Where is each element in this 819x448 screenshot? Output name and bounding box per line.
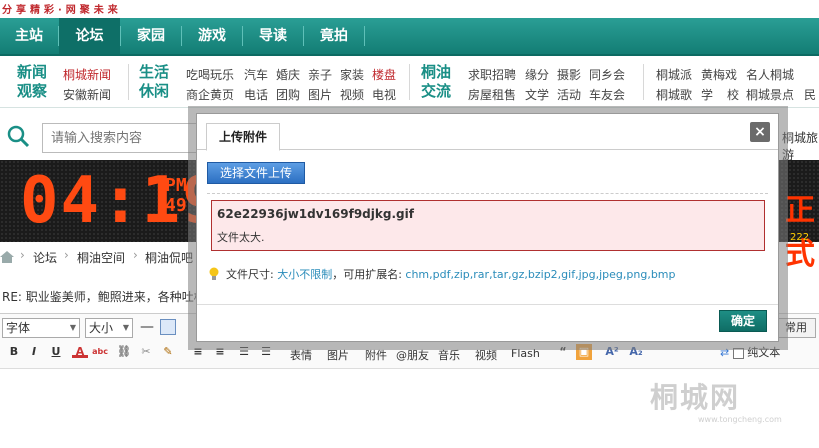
channel-link[interactable]: 婚庆	[276, 66, 300, 83]
channel-link[interactable]: 文学	[525, 86, 549, 103]
dialog-divider	[207, 193, 768, 194]
nav-item-games[interactable]: 游戏	[182, 18, 242, 54]
underline-icon[interactable]: U	[48, 344, 64, 360]
banner-right-number: 222	[790, 232, 810, 243]
highlight-icon[interactable]: abc	[92, 344, 108, 360]
upload-dialog: 上传附件 × 选择文件上传 62e22936jw1dv169f9djkg.gif…	[196, 113, 779, 342]
channel-link[interactable]: 视频	[340, 86, 364, 103]
channel-head-life: 生活 休闲	[139, 63, 169, 101]
channel-link[interactable]: 桐城歌	[656, 86, 692, 103]
chevron-right-icon: ›	[64, 248, 69, 262]
channel-link[interactable]: 楼盘	[372, 66, 396, 83]
unlink-icon[interactable]: ✂	[138, 344, 154, 360]
post-title: RE: 职业鉴美师，鲍照进来，各种吐槽	[2, 290, 206, 304]
breadcrumb-item[interactable]: 论坛	[33, 249, 57, 266]
channel-link[interactable]: 活动	[557, 86, 581, 103]
channel-link[interactable]: 学	[701, 86, 713, 103]
size-select[interactable]: 大小	[85, 318, 133, 338]
channel-divider	[643, 64, 644, 100]
search-input[interactable]	[42, 123, 202, 153]
choose-file-upload-button[interactable]: 选择文件上传	[207, 162, 305, 184]
eraser-icon[interactable]: ✎	[160, 344, 176, 360]
site-slogan: 分享精彩·网聚未来	[2, 5, 122, 16]
banner-clock-ampm: PM 49	[165, 176, 187, 216]
channel-head-line: 新闻	[17, 63, 48, 81]
channel-head-line: 桐油	[421, 63, 452, 81]
channel-head-news: 新闻 观察	[17, 63, 47, 101]
italic-icon[interactable]: I	[26, 344, 42, 360]
horizontal-rule-icon[interactable]: —	[140, 319, 154, 335]
main-nav: 主站 论坛 家园 游戏 导读 竟拍	[0, 18, 819, 56]
channel-link[interactable]: 求职招聘	[468, 66, 516, 83]
channel-link[interactable]: 汽车	[244, 66, 268, 83]
channel-link[interactable]: 校	[727, 86, 739, 103]
channel-head-line: 观察	[17, 82, 48, 100]
channel-link[interactable]: 团购	[276, 86, 300, 103]
confirm-button[interactable]: 确定	[719, 310, 767, 332]
banner-clock-pm: PM	[165, 175, 187, 196]
info-mid: ，可用扩展名:	[332, 268, 406, 281]
channel-link[interactable]: 电话	[244, 86, 268, 103]
lightbulb-icon	[209, 267, 219, 280]
channel-link[interactable]: 电视	[372, 86, 396, 103]
info-label: 文件尺寸:	[226, 268, 278, 281]
info-size: 大小不限制	[277, 268, 333, 281]
channel-link[interactable]: 黄梅戏	[701, 66, 737, 83]
table-icon[interactable]	[160, 319, 176, 335]
channel-link[interactable]: 家装	[340, 66, 364, 83]
channel-divider	[128, 64, 129, 100]
channel-links: 新闻 观察 桐城新闻 安徽新闻 生活 休闲 吃喝玩乐 汽车 婚庆 亲子 家装 楼…	[0, 56, 819, 108]
channel-link[interactable]: 安徽新闻	[63, 86, 111, 103]
close-icon[interactable]: ×	[750, 122, 770, 142]
channel-link[interactable]: 摄影	[557, 66, 581, 83]
top-strip: 分享精彩·网聚未来	[0, 0, 819, 18]
channel-head-line: 生活	[139, 63, 170, 81]
chevron-right-icon: ›	[20, 248, 25, 262]
site-watermark: 桐城网	[650, 376, 740, 416]
channel-link[interactable]: 桐城派	[656, 66, 692, 83]
dialog-footer-divider	[197, 304, 778, 305]
dialog-tab-bar: 上传附件 ×	[197, 114, 778, 151]
nav-separator	[364, 26, 365, 46]
channel-link[interactable]: 缘分	[525, 66, 549, 83]
breadcrumb-item[interactable]: 桐油空间	[77, 249, 125, 266]
search-icon[interactable]	[6, 124, 30, 148]
channel-link[interactable]: 民	[804, 86, 816, 103]
nav-item-auction[interactable]: 竟拍	[304, 18, 364, 54]
nav-item-forum[interactable]: 论坛	[59, 18, 120, 54]
nav-item-home[interactable]: 家园	[121, 18, 181, 54]
banner-clock-seconds: 49	[165, 195, 187, 216]
channel-link[interactable]: 吃喝玩乐	[186, 66, 234, 83]
channel-link[interactable]: 车友会	[589, 86, 625, 103]
chevron-right-icon: ›	[133, 248, 138, 262]
channel-head-line: 交流	[421, 82, 452, 100]
channel-link[interactable]: 桐城景点	[746, 86, 794, 103]
upload-error-box: 62e22936jw1dv169f9djkg.gif 文件太大.	[211, 200, 765, 251]
bold-icon[interactable]: B	[6, 344, 22, 360]
nav-item-main[interactable]: 主站	[0, 18, 58, 54]
channel-head-line: 休闲	[139, 82, 170, 100]
channel-divider	[409, 64, 410, 100]
watermark-text: 桐城网	[650, 381, 741, 414]
watermark-url: www.tongcheng.com	[698, 415, 782, 424]
error-message: 文件太大.	[217, 231, 265, 244]
channel-link[interactable]: 亲子	[308, 66, 332, 83]
tab-upload-attachment[interactable]: 上传附件	[206, 123, 280, 151]
error-file-name: 62e22936jw1dv169f9djkg.gif	[217, 207, 414, 221]
channel-link[interactable]: 商企黄页	[186, 86, 234, 103]
nav-item-guide[interactable]: 导读	[243, 18, 303, 54]
channel-link[interactable]: 图片	[308, 86, 332, 103]
font-select[interactable]: 字体	[2, 318, 80, 338]
info-extensions: chm,pdf,zip,rar,tar,gz,bzip2,gif,jpg,jpe…	[405, 268, 676, 281]
channel-link[interactable]: 同乡会	[589, 66, 625, 83]
channel-link[interactable]: 房屋租售	[468, 86, 516, 103]
channel-link[interactable]: 桐城新闻	[63, 66, 111, 83]
file-info-line: 文件尺寸: 大小不限制，可用扩展名: chm,pdf,zip,rar,tar,g…	[226, 266, 676, 282]
channel-link[interactable]: 名人桐城	[746, 66, 794, 83]
breadcrumb-item[interactable]: 桐油侃吧	[145, 249, 193, 266]
home-icon[interactable]	[0, 251, 14, 263]
channel-head-community: 桐油 交流	[421, 63, 451, 101]
font-color-icon[interactable]: A	[72, 344, 88, 358]
link-icon[interactable]: ⛓	[116, 344, 132, 360]
